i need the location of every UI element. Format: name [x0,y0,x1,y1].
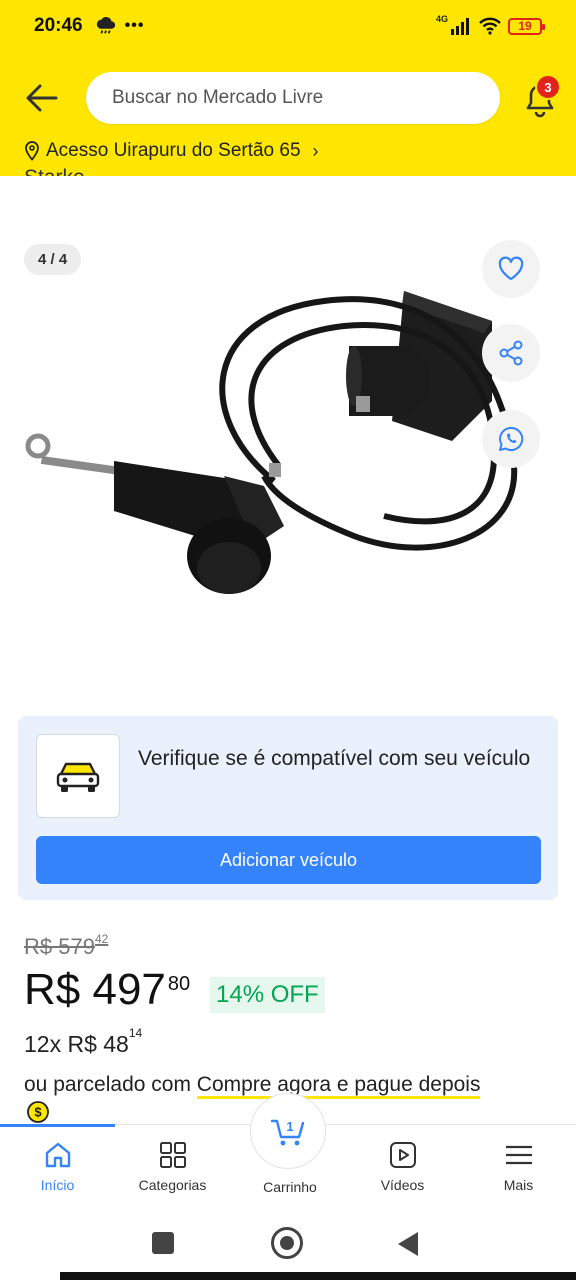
network-label: 4G [435,14,448,24]
location-pin-icon [25,141,39,161]
status-dots: ••• [124,17,145,34]
compatibility-card: Verifique se é compatível com seu veícul… [18,716,558,900]
notification-badge: 3 [535,74,561,100]
product-image [25,291,518,594]
tab-videos-label: Vídeos [380,1177,425,1193]
buy-now-pay-later-link[interactable]: Compre agora e pague depois [196,1073,481,1099]
cart-icon: 1 [270,1119,305,1146]
address-text: Acesso Uirapuru do Sertão 65 [46,140,301,161]
bottom-tab-bar: Início Categorias 1 Carrinho Vídeos Mais [0,1093,576,1210]
status-time: 20:46 [34,15,83,36]
home-button[interactable] [271,1227,303,1259]
discount-badge: 14% OFF [210,977,325,1013]
original-price: R$ 57942 [24,931,109,959]
wifi-icon [479,17,501,35]
whatsapp-button[interactable] [482,410,540,468]
arrow-left-icon [26,84,58,112]
installments: 12x R$ 4814 [24,1026,143,1057]
compatibility-text: Verifique se é compatível com seu veícul… [138,747,531,770]
battery-level: 19 [518,19,532,33]
status-bar: 20:46 ••• 4G 19 [0,0,576,52]
current-price: R$ 497 80 [24,965,191,1014]
gallery-counter: 4 / 4 [24,244,82,275]
share-button[interactable] [482,324,540,382]
home-icon [45,1142,70,1168]
tab-home-label: Início [40,1177,75,1193]
tab-home[interactable]: Início [0,1139,115,1193]
favorite-button[interactable] [482,240,540,298]
product-gallery[interactable]: 4 / 4 [0,176,576,696]
tab-more-label: Mais [503,1177,534,1193]
system-back-button[interactable] [398,1232,418,1256]
search-input[interactable]: Buscar no Mercado Livre [86,72,500,124]
cart-count: 1 [286,1119,293,1134]
car-thumbnail [36,734,120,818]
menu-icon [505,1145,532,1165]
tab-categories-label: Categorias [138,1177,207,1193]
battery-icon: 19 [508,17,545,35]
bottom-strip [60,1272,576,1280]
tab-cart-label: Carrinho [263,1179,317,1195]
car-icon [56,762,100,792]
signal-icon [451,18,469,35]
svg-text:$: $ [34,1105,42,1120]
financing-line: ou parcelado com Compre agora e pague de… [24,1073,481,1099]
recents-button[interactable] [152,1232,174,1254]
tab-videos[interactable]: Vídeos [345,1139,460,1193]
installments-cents: 14 [128,1026,143,1041]
add-vehicle-button[interactable]: Adicionar veículo [36,836,541,884]
financing-prefix: ou parcelado com [24,1073,191,1096]
screen: 20:46 ••• 4G 19 Buscar no Mercado Livre … [0,0,576,1280]
search-placeholder: Buscar no Mercado Livre [112,87,324,108]
share-icon [499,340,523,366]
grid-icon [159,1142,186,1168]
tab-more[interactable]: Mais [461,1139,576,1193]
address-link[interactable]: Acesso Uirapuru do Sertão 65 › [24,140,319,162]
heart-icon [498,256,524,281]
current-price-cents: 80 [167,973,191,995]
tab-cart[interactable]: 1 [250,1093,326,1169]
header: Buscar no Mercado Livre 3 Acesso Uirapur… [0,52,576,176]
tab-categories[interactable]: Categorias [115,1139,230,1193]
back-button[interactable] [22,78,62,118]
active-tab-indicator [0,1124,115,1127]
chevron-right-icon: › [312,140,319,161]
whatsapp-icon [499,426,524,451]
system-nav-bar [0,1210,576,1280]
coin-icon: $ [27,1101,49,1123]
status-right: 4G 19 [435,14,545,35]
weather-icon [96,17,115,34]
play-icon [389,1142,416,1168]
original-price-cents: 42 [94,931,109,946]
